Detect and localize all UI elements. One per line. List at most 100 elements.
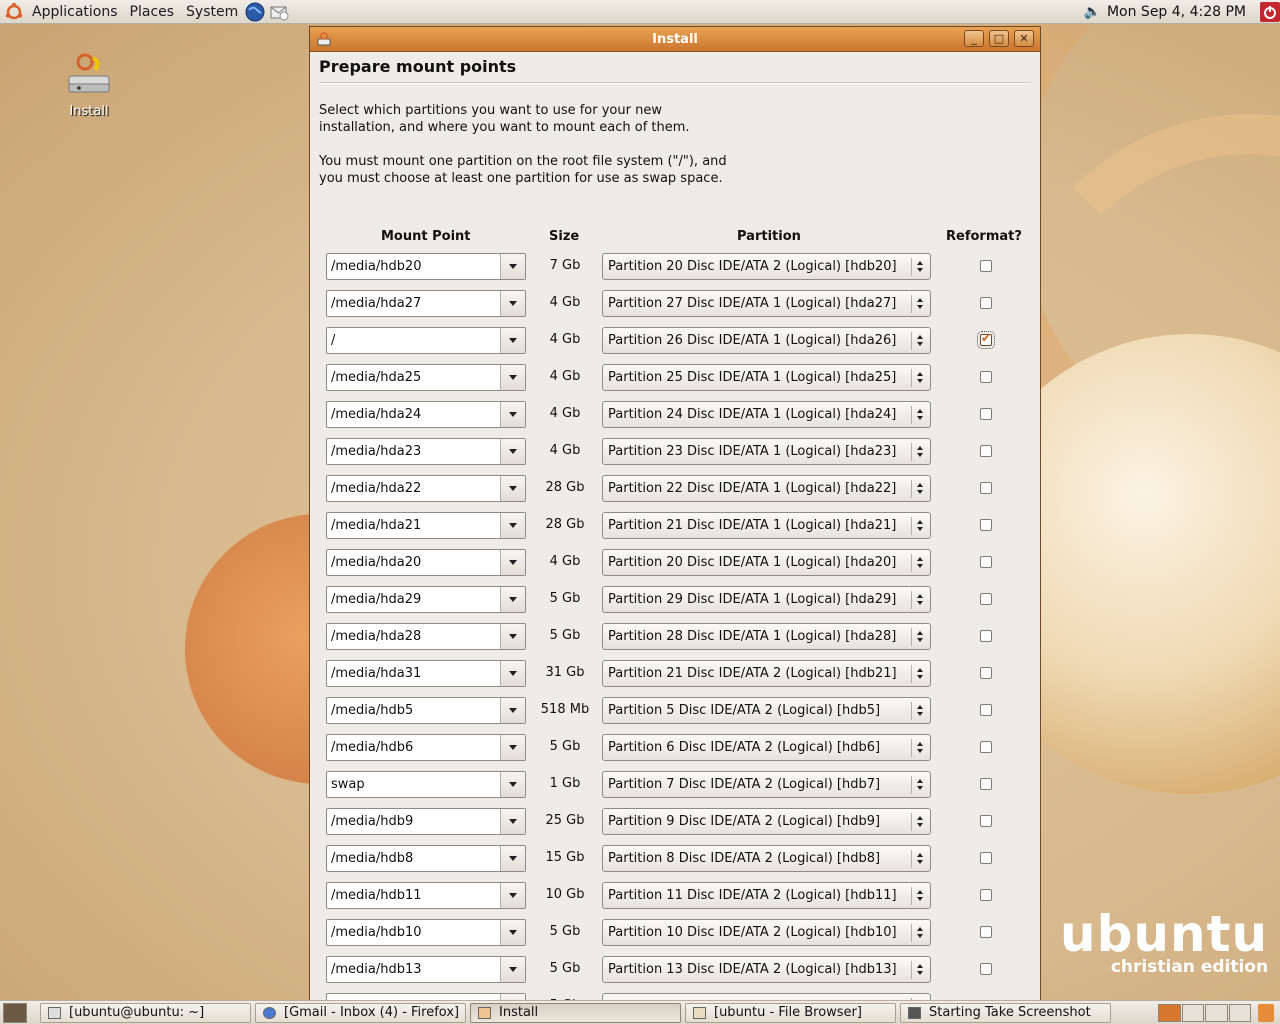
partition-select[interactable]: Partition 22 Disc IDE/ATA 1 (Logical) [h… (602, 475, 931, 502)
clock[interactable]: Mon Sep 4, 4:28 PM (1107, 4, 1246, 20)
mount-point-value[interactable]: / (331, 333, 335, 348)
mount-point-combo[interactable]: /media/hdb20 (326, 253, 526, 280)
partition-select[interactable]: Partition 24 Disc IDE/ATA 1 (Logical) [h… (602, 401, 931, 428)
mount-point-combo[interactable]: /media/hda23 (326, 438, 526, 465)
mount-point-combo[interactable]: /media/hdb5 (326, 697, 526, 724)
chevron-down-icon[interactable] (500, 513, 525, 538)
mount-point-combo[interactable]: /media/hda27 (326, 290, 526, 317)
reformat-checkbox[interactable] (980, 519, 992, 531)
reformat-checkbox[interactable] (980, 556, 992, 568)
mount-point-combo[interactable]: /media/hdb11 (326, 882, 526, 909)
mount-point-value[interactable]: /media/hdb9 (331, 814, 413, 829)
mount-point-combo[interactable]: / (326, 327, 526, 354)
partition-select[interactable]: Partition 21 Disc IDE/ATA 1 (Logical) [h… (602, 512, 931, 539)
chevron-down-icon[interactable] (500, 328, 525, 353)
mount-point-combo[interactable]: /media/hdb9 (326, 808, 526, 835)
mount-point-combo[interactable]: /media/hda21 (326, 512, 526, 539)
partition-select[interactable]: Partition 6 Disc IDE/ATA 2 (Logical) [hd… (602, 734, 931, 761)
reformat-checkbox[interactable] (980, 667, 992, 679)
partition-select[interactable]: Partition 8 Disc IDE/ATA 2 (Logical) [hd… (602, 845, 931, 872)
mount-point-combo[interactable]: /media/hda22 (326, 475, 526, 502)
partition-select[interactable]: Partition 20 Disc IDE/ATA 2 (Logical) [h… (602, 253, 931, 280)
mount-point-combo[interactable]: /media/hda31 (326, 660, 526, 687)
task-screenshot[interactable]: Starting Take Screenshot (900, 1003, 1111, 1023)
mount-point-combo[interactable]: /media/hda28 (326, 623, 526, 650)
partition-select[interactable]: Partition 25 Disc IDE/ATA 1 (Logical) [h… (602, 364, 931, 391)
reformat-checkbox[interactable] (980, 704, 992, 716)
chevron-down-icon[interactable] (500, 883, 525, 908)
mount-point-combo[interactable]: swap (326, 771, 526, 798)
window-titlebar[interactable]: Install _ □ ✕ (310, 27, 1040, 52)
mount-point-value[interactable]: /media/hdb6 (331, 740, 413, 755)
chevron-down-icon[interactable] (500, 846, 525, 871)
mount-point-value[interactable]: /media/hda31 (331, 666, 421, 681)
chevron-down-icon[interactable] (500, 291, 525, 316)
chevron-down-icon[interactable] (500, 365, 525, 390)
partition-select[interactable]: Partition 26 Disc IDE/ATA 1 (Logical) [h… (602, 327, 931, 354)
trash-icon[interactable] (1258, 1004, 1274, 1022)
maximize-button[interactable]: □ (989, 30, 1009, 47)
mount-point-value[interactable]: /media/hda23 (331, 444, 421, 459)
close-button[interactable]: ✕ (1014, 30, 1034, 47)
partition-select[interactable]: Partition 5 Disc IDE/ATA 2 (Logical) [hd… (602, 697, 931, 724)
reformat-checkbox[interactable] (980, 778, 992, 790)
partition-select[interactable]: Partition 11 Disc IDE/ATA 2 (Logical) [h… (602, 882, 931, 909)
mount-point-combo[interactable]: /media/hdb6 (326, 734, 526, 761)
partition-select[interactable]: Partition 27 Disc IDE/ATA 1 (Logical) [h… (602, 290, 931, 317)
task-firefox[interactable]: [Gmail - Inbox (4) - Firefox] (255, 1003, 466, 1023)
partition-select[interactable]: Partition 20 Disc IDE/ATA 1 (Logical) [h… (602, 549, 931, 576)
chevron-down-icon[interactable] (500, 772, 525, 797)
menu-places[interactable]: Places (124, 4, 181, 20)
reformat-checkbox[interactable] (980, 482, 992, 494)
workspace-2[interactable] (1181, 1004, 1204, 1022)
chevron-down-icon[interactable] (500, 476, 525, 501)
mount-point-value[interactable]: /media/hda22 (331, 481, 421, 496)
mount-point-combo[interactable]: /media/hda25 (326, 364, 526, 391)
chevron-down-icon[interactable] (500, 550, 525, 575)
menu-system[interactable]: System (180, 4, 244, 20)
workspace-4[interactable] (1228, 1004, 1251, 1022)
mount-point-combo[interactable]: /media/hdb10 (326, 919, 526, 946)
partition-select[interactable]: Partition 21 Disc IDE/ATA 2 (Logical) [h… (602, 660, 931, 687)
mount-point-combo[interactable]: /media/hda20 (326, 549, 526, 576)
workspace-1[interactable] (1158, 1004, 1181, 1022)
mount-point-value[interactable]: /media/hda24 (331, 407, 421, 422)
mount-point-combo[interactable]: /media/hdb13 (326, 956, 526, 983)
power-icon[interactable] (1260, 1, 1280, 23)
mount-point-value[interactable]: swap (331, 777, 365, 792)
mount-point-combo[interactable]: /media/hda24 (326, 401, 526, 428)
task-install[interactable]: Install (470, 1003, 681, 1023)
mount-point-value[interactable]: /media/hda21 (331, 518, 421, 533)
chevron-down-icon[interactable] (500, 624, 525, 649)
partition-select[interactable]: Partition 28 Disc IDE/ATA 1 (Logical) [h… (602, 623, 931, 650)
reformat-checkbox[interactable] (980, 408, 992, 420)
partition-select[interactable]: Partition 23 Disc IDE/ATA 1 (Logical) [h… (602, 438, 931, 465)
reformat-checkbox[interactable] (980, 963, 992, 975)
task-terminal[interactable]: [ubuntu@ubuntu: ~] (40, 1003, 251, 1023)
mount-point-value[interactable]: /media/hda25 (331, 370, 421, 385)
minimize-button[interactable]: _ (964, 30, 984, 47)
partition-select[interactable]: Partition 29 Disc IDE/ATA 1 (Logical) [h… (602, 586, 931, 613)
web-browser-launcher-icon[interactable] (244, 1, 266, 23)
mount-point-value[interactable]: /media/hda27 (331, 296, 421, 311)
mount-point-value[interactable]: /media/hdb10 (331, 925, 422, 940)
reformat-checkbox[interactable] (980, 630, 992, 642)
volume-icon[interactable]: 🔈 (1084, 4, 1101, 20)
chevron-down-icon[interactable] (500, 920, 525, 945)
partition-select[interactable]: Partition 10 Disc IDE/ATA 2 (Logical) [h… (602, 919, 931, 946)
mount-point-combo[interactable]: /media/hdb8 (326, 845, 526, 872)
mount-point-value[interactable]: /media/hdb5 (331, 703, 413, 718)
reformat-checkbox[interactable] (980, 445, 992, 457)
reformat-checkbox[interactable] (980, 926, 992, 938)
chevron-down-icon[interactable] (500, 735, 525, 760)
mount-point-value[interactable]: /media/hda29 (331, 592, 421, 607)
show-desktop-button[interactable] (3, 1003, 27, 1023)
reformat-checkbox[interactable] (980, 741, 992, 753)
mount-point-value[interactable]: /media/hda20 (331, 555, 421, 570)
partition-select[interactable]: Partition 7 Disc IDE/ATA 2 (Logical) [hd… (602, 771, 931, 798)
ubuntu-logo-icon[interactable] (4, 2, 24, 22)
mount-point-value[interactable]: /media/hda28 (331, 629, 421, 644)
task-file-browser[interactable]: [ubuntu - File Browser] (685, 1003, 896, 1023)
chevron-down-icon[interactable] (500, 698, 525, 723)
partition-select[interactable]: Partition 9 Disc IDE/ATA 2 (Logical) [hd… (602, 808, 931, 835)
